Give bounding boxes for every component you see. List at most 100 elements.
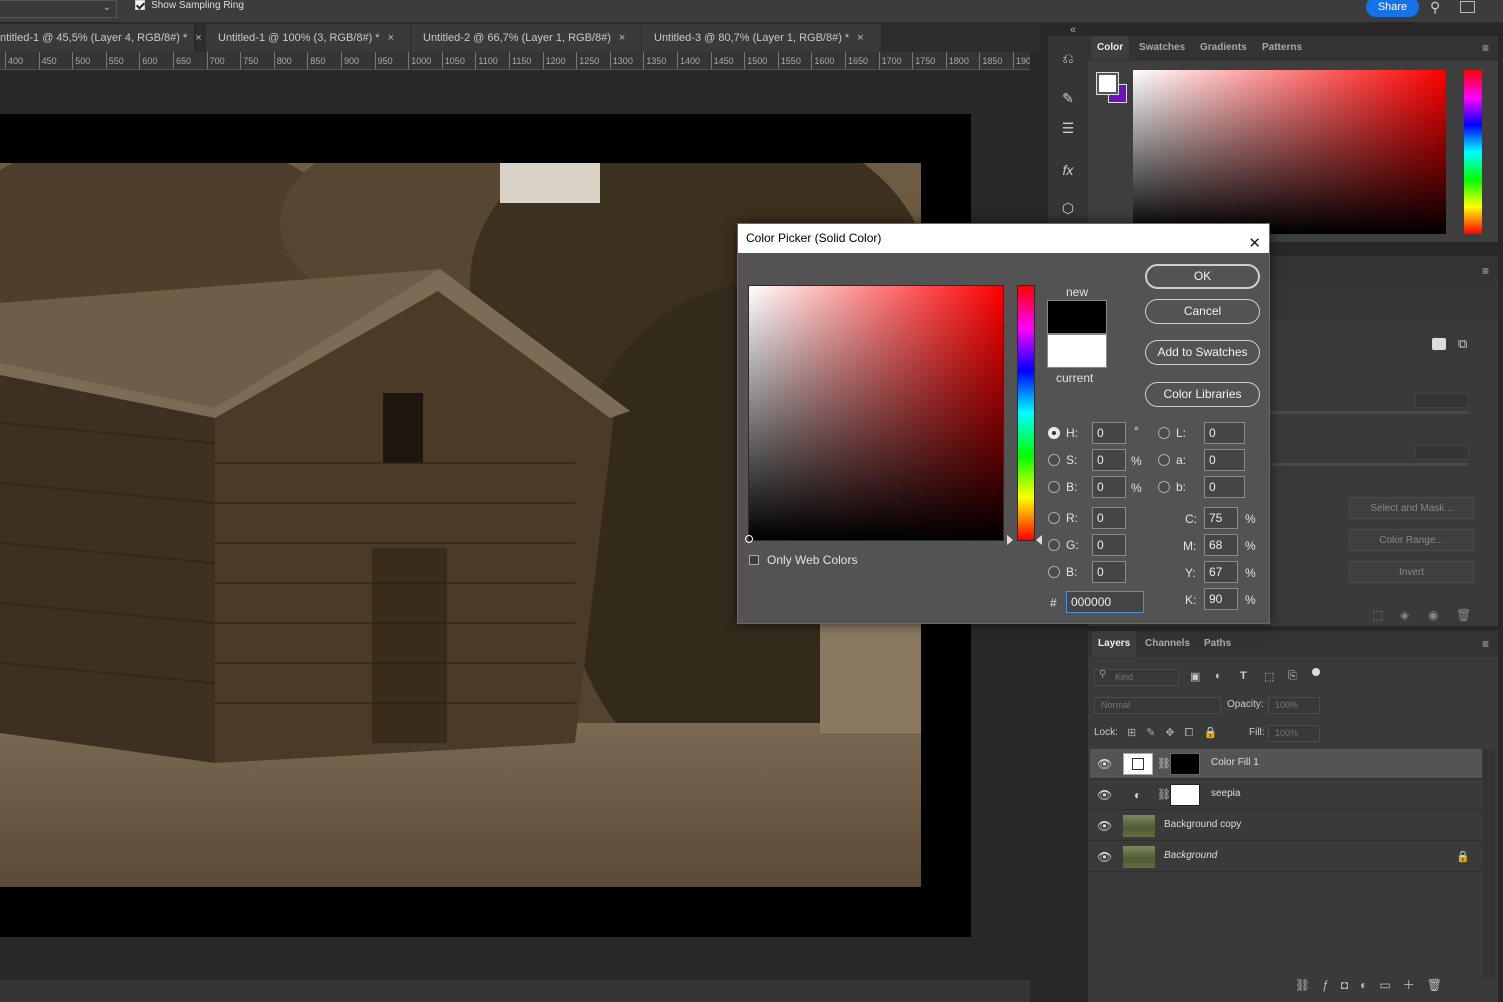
blend-mode-select[interactable]: Normal — [1094, 697, 1221, 714]
eye-icon[interactable]: 👁 — [1097, 788, 1112, 802]
fill-field[interactable]: 100% — [1268, 725, 1320, 742]
hue-radio[interactable] — [1048, 427, 1060, 439]
color-range-button[interactable]: Color Range... — [1349, 529, 1474, 551]
panel-menu-icon[interactable]: ≡ — [1482, 264, 1489, 278]
blue-field[interactable]: 0 — [1092, 561, 1126, 583]
black-field[interactable]: 90 — [1204, 588, 1238, 610]
cancel-button[interactable]: Cancel — [1145, 299, 1260, 324]
collapse-panels-icon[interactable]: « — [1070, 24, 1076, 36]
trash-icon[interactable]: 🗑 — [1456, 608, 1471, 622]
layer-filter-kind[interactable]: Kind — [1094, 669, 1179, 686]
current-color-swatch[interactable] — [1047, 334, 1107, 368]
tab-patterns[interactable]: Patterns — [1256, 36, 1308, 60]
tab-untitled-1-45[interactable]: ntitled-1 @ 45,5% (Layer 4, RGB/8#) * × — [0, 24, 202, 52]
filter-type-icon[interactable]: T — [1240, 670, 1247, 682]
dialog-titlebar[interactable]: Color Picker (Solid Color) ✕ — [738, 224, 1269, 253]
sample-size-dropdown[interactable]: ⌄ — [0, 0, 117, 18]
color-field[interactable] — [1133, 70, 1446, 234]
hue-right-arrow[interactable] — [1036, 535, 1042, 545]
brush-settings-icon[interactable]: ✎ — [1058, 88, 1078, 108]
layer-row-background[interactable]: 👁 Background 🔒 — [1090, 842, 1482, 872]
search-icon[interactable]: ⚲ — [1430, 0, 1440, 16]
close-icon[interactable]: × — [857, 32, 863, 44]
tab-untitled-2[interactable]: Untitled-2 @ 66,7% (Layer 1, RGB/8#) × — [411, 24, 642, 52]
tab-untitled-3[interactable]: Untitled-3 @ 80,7% (Layer 1, RGB/8#) * × — [642, 24, 882, 52]
workspace-icon[interactable] — [1460, 1, 1475, 13]
load-selection-icon[interactable]: ⬚ — [1372, 608, 1383, 622]
invert-button[interactable]: Invert — [1349, 561, 1474, 583]
tab-gradients[interactable]: Gradients — [1194, 36, 1253, 60]
eye-icon[interactable]: 👁 — [1097, 757, 1112, 771]
blue-radio[interactable] — [1048, 566, 1060, 578]
l-field[interactable]: 0 — [1204, 422, 1245, 444]
tab-untitled-1-100[interactable]: Untitled-1 @ 100% (3, RGB/8#) * × — [206, 24, 411, 52]
tab-color[interactable]: Color — [1091, 36, 1130, 60]
lab-b-field[interactable]: 0 — [1204, 476, 1245, 498]
yellow-field[interactable]: 67 — [1204, 561, 1238, 583]
link-icon[interactable]: ⛓ — [1157, 757, 1171, 770]
sampling-ring-checkbox[interactable] — [135, 0, 145, 10]
a-radio[interactable] — [1158, 454, 1170, 466]
color-libraries-button[interactable]: Color Libraries — [1145, 382, 1260, 407]
layers-scrollbar[interactable] — [1483, 749, 1495, 979]
adjustments-icon[interactable]: ☰ — [1058, 118, 1078, 138]
select-and-mask-button[interactable]: Select and Mask... — [1349, 497, 1474, 519]
hue-field[interactable]: 0 — [1092, 422, 1126, 444]
saturation-radio[interactable] — [1048, 454, 1060, 466]
lock-icons[interactable]: ⊞✎✥⧠🔒 — [1127, 726, 1227, 740]
hue-slider[interactable] — [1464, 70, 1482, 234]
styles-icon[interactable]: fx — [1058, 160, 1078, 180]
sampling-ring-toggle[interactable]: Show Sampling Ring — [135, 0, 244, 13]
filter-pixel-icon[interactable]: ▣ — [1190, 670, 1200, 683]
visibility-icon[interactable]: ◉ — [1428, 608, 1438, 622]
opacity-field[interactable]: 100% — [1268, 697, 1320, 714]
close-icon[interactable]: × — [388, 32, 394, 44]
close-icon[interactable]: × — [619, 32, 625, 44]
red-radio[interactable] — [1048, 512, 1060, 524]
l-radio[interactable] — [1158, 427, 1170, 439]
layer-actions-icons[interactable]: ⛓ƒ◘◐▭＋🗑 — [1295, 976, 1454, 993]
only-web-colors-checkbox[interactable] — [749, 555, 759, 565]
history-icon[interactable]: ⎌ — [1058, 48, 1078, 68]
foreground-swatch[interactable] — [1096, 72, 1119, 95]
pixel-mask-icon[interactable] — [1432, 338, 1446, 350]
brightness-field[interactable]: 0 — [1092, 476, 1126, 498]
brightness-radio[interactable] — [1048, 481, 1060, 493]
close-icon[interactable]: × — [195, 32, 201, 44]
a-field[interactable]: 0 — [1204, 449, 1245, 471]
tab-paths[interactable]: Paths — [1198, 631, 1237, 657]
eye-icon[interactable]: 👁 — [1097, 850, 1112, 864]
hex-field[interactable]: 000000 — [1066, 591, 1144, 613]
eye-icon[interactable]: 👁 — [1097, 819, 1112, 833]
hue-left-arrow[interactable] — [1007, 535, 1013, 545]
filter-toggle-icon[interactable] — [1312, 668, 1320, 676]
ok-button[interactable]: OK — [1145, 264, 1260, 289]
picker-cursor[interactable] — [745, 535, 753, 543]
filter-smart-icon[interactable]: ⎘ — [1288, 670, 1297, 683]
saturation-field[interactable]: 0 — [1092, 449, 1126, 471]
add-to-swatches-button[interactable]: Add to Swatches — [1145, 340, 1260, 365]
lab-b-radio[interactable] — [1158, 481, 1170, 493]
saturation-brightness-field[interactable] — [745, 285, 1004, 543]
filter-shape-icon[interactable]: ⬚ — [1264, 670, 1274, 683]
density-field[interactable] — [1415, 393, 1469, 408]
layer-row-background-copy[interactable]: 👁 Background copy — [1090, 811, 1482, 841]
feather-field[interactable] — [1415, 445, 1469, 460]
green-field[interactable]: 0 — [1092, 534, 1126, 556]
tab-swatches[interactable]: Swatches — [1133, 36, 1191, 60]
horizontal-scrollbar[interactable] — [0, 980, 1030, 1002]
panel-menu-icon[interactable]: ≡ — [1482, 41, 1489, 55]
close-icon[interactable]: ✕ — [1248, 229, 1261, 258]
tab-layers[interactable]: Layers — [1092, 631, 1137, 657]
link-icon[interactable]: ⛓ — [1157, 788, 1171, 801]
cyan-field[interactable]: 75 — [1204, 507, 1238, 529]
filter-adjustment-icon[interactable]: ◐ — [1215, 670, 1222, 682]
tab-channels[interactable]: Channels — [1139, 631, 1196, 657]
panel-menu-icon[interactable]: ≡ — [1482, 637, 1489, 651]
red-field[interactable]: 0 — [1092, 507, 1126, 529]
layer-row-color-fill-1[interactable]: 👁 ⛓ Color Fill 1 — [1090, 749, 1482, 779]
magenta-field[interactable]: 68 — [1204, 534, 1238, 556]
layer-row-seepia[interactable]: 👁 ◐ ⛓ seepia — [1090, 780, 1482, 810]
3d-icon[interactable]: ⬡ — [1058, 198, 1078, 218]
share-button[interactable]: Share — [1366, 0, 1419, 17]
